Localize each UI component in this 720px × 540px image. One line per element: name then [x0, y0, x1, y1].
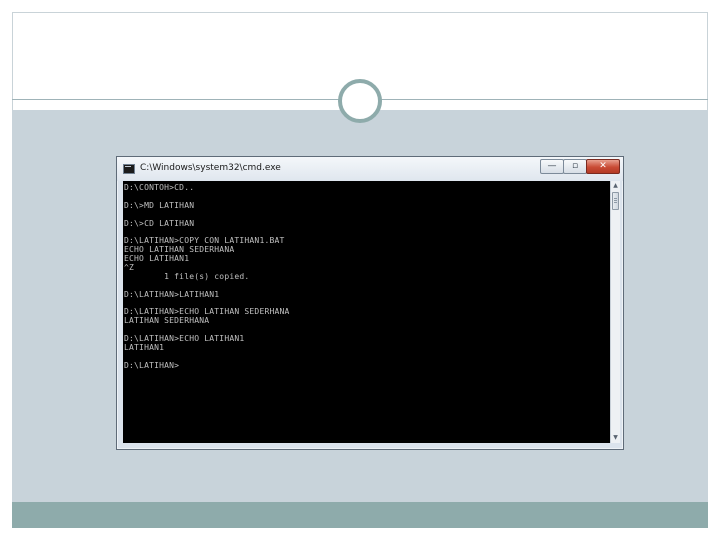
vertical-scrollbar[interactable]: ▲ ▼: [610, 181, 620, 443]
cmd-window[interactable]: C:\Windows\system32\cmd.exe — ▫ ✕ D:\CON…: [116, 156, 624, 450]
slide-circle-ornament: [338, 79, 382, 123]
console-line: LATIHAN1: [124, 343, 165, 353]
maximize-icon: ▫: [571, 161, 579, 171]
window-title: C:\Windows\system32\cmd.exe: [140, 163, 281, 173]
console-line: D:\CONTOH>CD..: [124, 183, 195, 192]
maximize-button[interactable]: ▫: [563, 159, 587, 174]
scroll-down-icon[interactable]: ▼: [611, 433, 620, 443]
close-button[interactable]: ✕: [586, 159, 620, 174]
console-output[interactable]: D:\CONTOH>CD.. D:\>MD LATIHAN D:\>CD LATIH…: [123, 181, 610, 443]
console-line: D:\LATIHAN>LATIHAN1: [124, 289, 220, 299]
scroll-thumb[interactable]: [612, 192, 619, 210]
console-line: D:\>CD LATIHAN: [124, 218, 195, 228]
console-text: D:\CONTOH>CD.. D:\>MD LATIHAN D:\>CD LATIH…: [124, 183, 290, 371]
console-line: D:\>MD LATIHAN: [124, 200, 195, 210]
close-icon: ✕: [599, 161, 607, 171]
console-line: D:\LATIHAN>: [124, 360, 180, 370]
scroll-up-icon[interactable]: ▲: [611, 181, 620, 191]
minimize-icon: —: [547, 161, 557, 171]
slide-footer-bar: [12, 502, 708, 528]
title-bar[interactable]: C:\Windows\system32\cmd.exe — ▫ ✕: [117, 157, 623, 181]
console-icon: [123, 164, 135, 174]
console-line: LATIHAN SEDERHANA: [124, 316, 210, 326]
console-line: 1 file(s) copied.: [124, 271, 250, 281]
console-line: ECHO LATIHAN1: [124, 254, 190, 264]
minimize-button[interactable]: —: [540, 159, 564, 174]
